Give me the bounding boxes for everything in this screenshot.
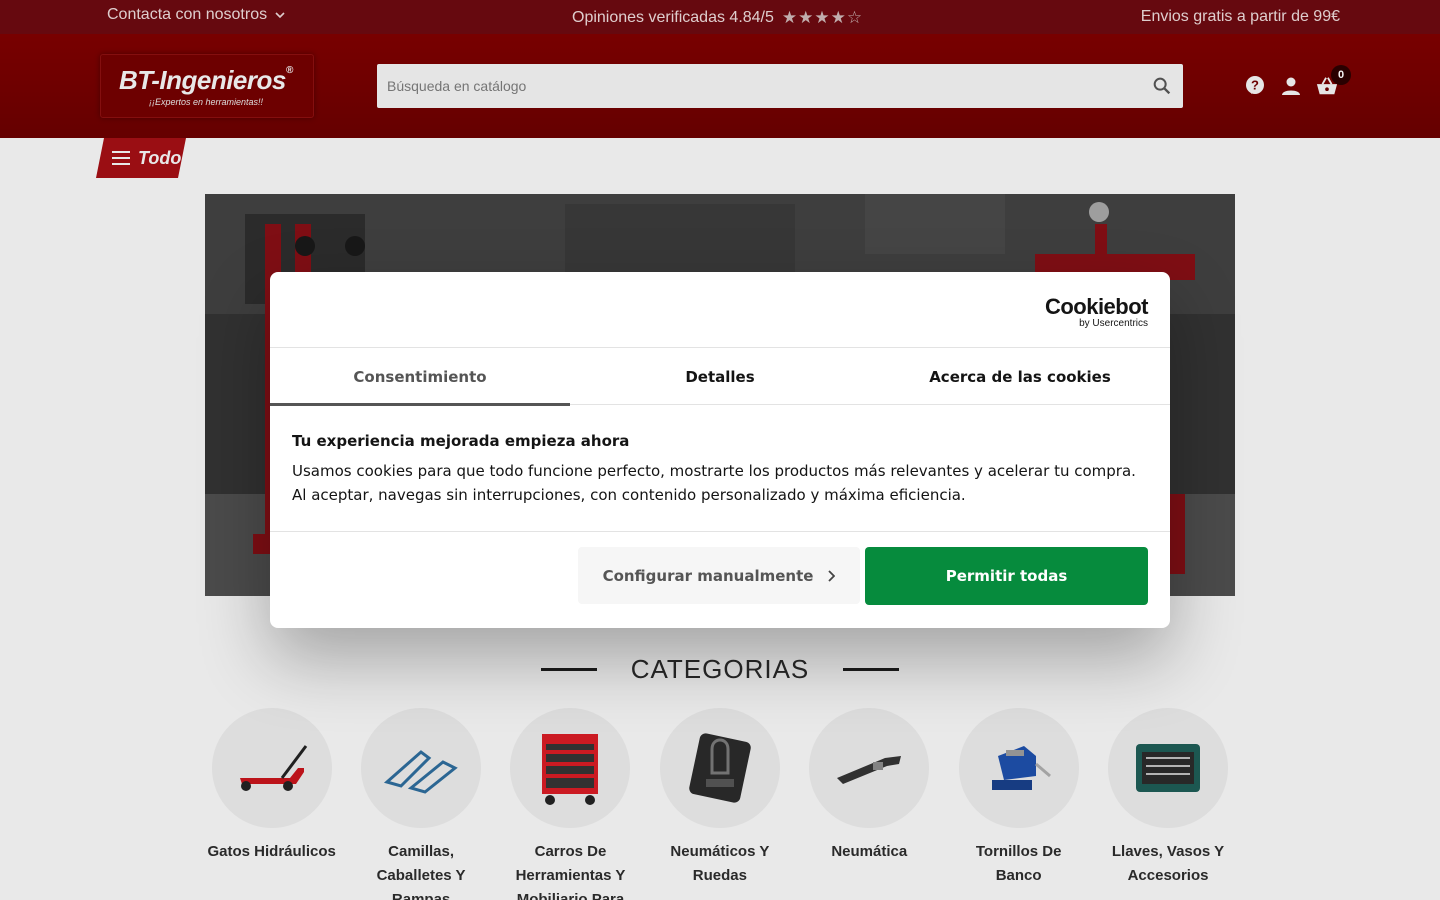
reviews-label: Opiniones verificadas 4.84/5 [572, 9, 774, 26]
site-header: BT-Ingenieros® ¡¡Expertos en herramienta… [0, 34, 1440, 138]
category-image [1108, 708, 1229, 828]
account-icon[interactable] [1280, 74, 1302, 98]
pneumatic-tool-icon [837, 756, 902, 784]
logo-brand: BT-Ingenieros® [119, 65, 293, 95]
chevron-right-icon [828, 569, 836, 582]
category-item-llaves[interactable]: Llaves, Vasos Y Accesorios [1093, 708, 1242, 900]
consent-title: Tu experiencia mejorada empieza ahora [292, 432, 630, 450]
free-shipping-notice: Envios gratis a partir de 99€ [1140, 8, 1340, 25]
all-categories-menu-button[interactable]: Todo [96, 138, 186, 178]
category-image [809, 708, 930, 828]
tool-cart-icon [542, 734, 599, 805]
search-bar [377, 64, 1183, 108]
cookiebot-brand: Cookiebot [1044, 294, 1149, 319]
tab-detalles[interactable]: Detalles [570, 348, 870, 405]
configure-manually-button[interactable]: Configurar manualmente [578, 547, 860, 604]
site-logo[interactable]: BT-Ingenieros® ¡¡Expertos en herramienta… [100, 54, 314, 118]
category-item-camillas[interactable]: Camillas, Caballetes Y Rampas [346, 708, 495, 900]
category-item-gatos-hidraulicos[interactable]: Gatos Hidráulicos [197, 708, 346, 900]
categories-heading: CATEGORIAS [0, 652, 1440, 686]
ramps-icon [384, 750, 458, 794]
top-bar: Contacta con nosotros Opiniones verifica… [0, 0, 1440, 34]
chevron-down-icon [275, 12, 285, 19]
category-list: Gatos Hidráulicos Camillas, Caballetes Y… [197, 708, 1243, 900]
nav-bar: Todo [0, 138, 1440, 178]
search-icon[interactable] [1151, 75, 1173, 97]
categories-title: CATEGORIAS [630, 653, 810, 684]
search-input[interactable] [377, 64, 1137, 108]
category-item-neumaticos-y-ruedas[interactable]: Neumáticos Y Ruedas [645, 708, 794, 900]
category-label: Tornillos De Banco [975, 843, 1062, 884]
category-label: Carros De Herramientas Y Mobiliario Para [515, 843, 626, 900]
category-item-neumatica[interactable]: Neumática [795, 708, 944, 900]
category-item-tornillos-de-banco[interactable]: Tornillos De Banco [944, 708, 1093, 900]
cart-count-badge: 0 [1331, 65, 1351, 85]
consent-tabs: Consentimiento Detalles Acerca de las co… [270, 347, 1170, 406]
hamburger-icon [112, 151, 130, 165]
category-image [510, 708, 631, 828]
category-label: Llaves, Vasos Y Accesorios [1111, 843, 1225, 884]
contact-label: Contacta con nosotros [107, 6, 268, 23]
tab-acerca-de-las-cookies[interactable]: Acerca de las cookies [870, 348, 1170, 405]
tab-consentimiento[interactable]: Consentimiento [270, 348, 570, 406]
header-actions: ? 0 [1244, 65, 1351, 98]
wrench-set-case-icon [1136, 744, 1201, 792]
logo-tagline: ¡¡Expertos en herramientas!! [149, 97, 264, 107]
bench-vise-icon [991, 746, 1051, 790]
floor-jack-icon [239, 745, 307, 791]
category-image [361, 708, 482, 828]
category-label: Neumáticos Y Ruedas [670, 843, 770, 884]
category-label: Gatos Hidráulicos [207, 843, 336, 860]
help-icon[interactable]: ? [1244, 74, 1266, 98]
heading-rule-left [540, 667, 597, 671]
cart-button[interactable]: 0 [1316, 65, 1351, 98]
category-image [211, 708, 332, 828]
allow-all-button[interactable]: Permitir todas [865, 547, 1148, 605]
heading-rule-right [843, 667, 900, 671]
menu-label: Todo [138, 147, 182, 168]
cookiebot-logo: Cookiebot by Usercentrics [1044, 294, 1149, 330]
tire-tool-case-icon [689, 733, 751, 803]
consent-body: Usamos cookies para que todo funcione pe… [292, 462, 1136, 504]
category-item-carros[interactable]: Carros De Herramientas Y Mobiliario Para [496, 708, 645, 900]
footer-divider [270, 531, 1170, 532]
cookie-consent-dialog: Cookiebot by Usercentrics Consentimiento… [270, 272, 1170, 628]
contact-dropdown[interactable]: Contacta con nosotros [107, 6, 285, 24]
star-rating-icon: ★★★★☆ [781, 8, 864, 27]
svg-text:?: ? [1251, 78, 1259, 93]
configure-label: Configurar manualmente [602, 566, 814, 585]
category-label: Neumática [831, 843, 908, 860]
reviews-summary[interactable]: Opiniones verificadas 4.84/5 ★★★★☆ [572, 8, 863, 28]
cookiebot-sub: by Usercentrics [1079, 318, 1148, 329]
category-label: Camillas, Caballetes Y Rampas [376, 843, 466, 900]
category-image [659, 708, 780, 828]
category-image [958, 708, 1079, 828]
